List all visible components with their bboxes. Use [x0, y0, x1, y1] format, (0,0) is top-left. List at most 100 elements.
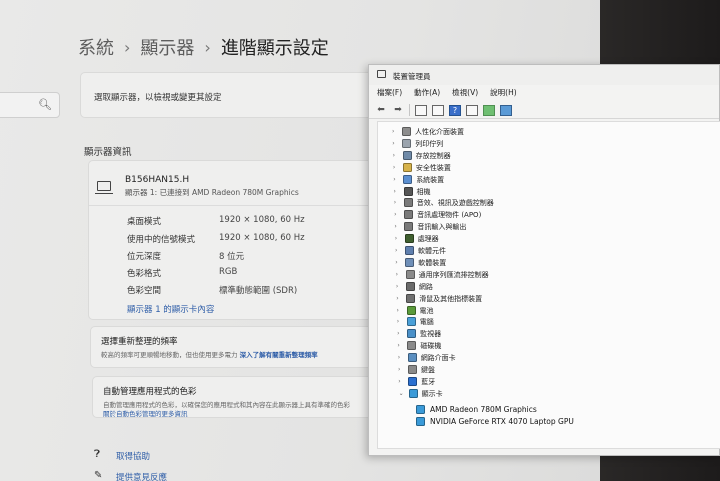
info-label-bit-depth: 位元深度 [127, 252, 162, 262]
breadcrumb-separator: › [124, 37, 131, 57]
device-category-icon [405, 257, 415, 267]
device-category-label: 音訊輸入與輸出 [417, 223, 467, 232]
chevron-right-icon[interactable]: › [392, 128, 394, 135]
info-value-bit-depth: 8 位元 [219, 252, 245, 262]
chevron-right-icon[interactable]: › [393, 176, 395, 183]
chevron-right-icon[interactable]: › [392, 140, 394, 147]
device-category-icon [407, 329, 417, 339]
breadcrumb-separator: › [204, 37, 211, 57]
chevron-right-icon[interactable]: › [394, 211, 396, 218]
breadcrumb-display[interactable]: 顯示器 [140, 34, 194, 60]
adapter-properties-link[interactable]: 顯示器 1 的顯示卡內容 [127, 303, 214, 315]
grid-view-icon[interactable] [466, 104, 478, 116]
refresh-rate-card[interactable]: 選擇重新整理的頻率 較高的頻率可更順暢地移動，但也使用更多電力 深入了解有關重新… [90, 326, 390, 368]
info-label-color-space: 色彩空間 [127, 286, 162, 296]
device-category-icon [404, 210, 414, 220]
device-category-label: 藍牙 [421, 377, 436, 386]
device-category-label: 軟體裝置 [418, 258, 447, 267]
device-category-icon [408, 388, 418, 398]
chevron-right-icon[interactable]: › [397, 330, 399, 337]
refresh-rate-title: 選擇重新整理的頻率 [101, 337, 178, 347]
chevron-right-icon[interactable]: › [398, 378, 400, 385]
monitor-scan-icon[interactable] [500, 104, 512, 116]
device-category-icon [403, 174, 413, 184]
chevron-right-icon[interactable]: › [394, 188, 396, 195]
display-adapter-label: AMD Radeon 780M Graphics [430, 404, 537, 414]
select-display-card[interactable]: 選取顯示器，以檢視或變更其設定 [80, 72, 380, 118]
chevron-right-icon[interactable]: › [393, 152, 395, 159]
get-help-link[interactable]: 取得協助 [116, 450, 150, 462]
device-category-icon [404, 234, 414, 244]
device-tree[interactable]: › 人性化介面裝置 › 列印佇列 › 存放控制器 › 安全性裝置 › 系統裝置 › 相機 › 音效、視訊及… [377, 121, 720, 449]
device-category-label: 顯示卡 [421, 389, 443, 398]
back-arrow-icon[interactable]: ⬅︎ [375, 105, 387, 116]
chevron-down-icon[interactable]: ⌄ [399, 390, 404, 397]
display-connection: 顯示器 1: 已連接到 AMD Radeon 780M Graphics [125, 188, 299, 197]
device-category-label: 網路介面卡 [420, 354, 456, 363]
info-label-desktop-mode: 桌面模式 [127, 217, 162, 227]
chevron-right-icon[interactable]: › [396, 295, 398, 302]
auto-color-more-info-link[interactable]: 關於自動色彩管理的更多資訊 [103, 408, 188, 418]
info-label-color-format: 色彩格式 [127, 269, 162, 279]
menu-action[interactable]: 動作(A) [414, 85, 440, 101]
show-hide-console-tree-icon[interactable] [415, 104, 427, 116]
display-name: B156HAN15.H [125, 175, 190, 185]
chevron-right-icon[interactable]: › [397, 342, 399, 349]
help-topics-icon[interactable]: ? [449, 104, 461, 116]
device-category-label: 音效、視訊及遊戲控制器 [416, 199, 494, 208]
chevron-right-icon[interactable]: › [395, 247, 397, 254]
device-category-label: 音訊處理物件 (APO) [417, 211, 482, 220]
menu-file[interactable]: 檔案(F) [377, 85, 402, 101]
info-value-color-space: 標準動態範圍 (SDR) [219, 286, 298, 296]
chevron-right-icon[interactable]: › [396, 271, 398, 278]
chevron-right-icon[interactable]: › [397, 307, 399, 314]
refresh-rate-learn-more-link[interactable]: 深入了解有關重新整理頻率 [240, 351, 318, 359]
breadcrumb: 系統 › 顯示器 › 進階顯示設定 [78, 34, 329, 60]
chevron-right-icon[interactable]: › [398, 366, 400, 373]
chevron-right-icon[interactable]: › [397, 318, 399, 325]
device-category-label: 磁碟機 [420, 342, 442, 351]
device-category-label: 人性化介面裝置 [415, 128, 464, 136]
chevron-right-icon[interactable]: › [394, 223, 396, 230]
forward-arrow-icon[interactable]: ➡︎ [392, 105, 404, 116]
menu-bar: 檔案(F) 動作(A) 檢視(V) 說明(H) [369, 85, 719, 101]
settings-search-input[interactable]: 🔍︎ [0, 92, 60, 118]
device-category-label: 相機 [416, 187, 431, 196]
info-value-color-format: RGB [219, 267, 238, 277]
device-category-icon [402, 127, 411, 136]
give-feedback-link[interactable]: 提供意見反應 [116, 471, 167, 481]
chevron-right-icon[interactable]: › [398, 354, 400, 361]
device-category-label: 存放控制器 [415, 151, 451, 160]
menu-help[interactable]: 說明(H) [490, 85, 517, 101]
auto-color-management-card[interactable]: 自動管理應用程式的色彩 自動管理應用程式的色彩，以確保您的應用程式和其內容在此顯… [92, 376, 392, 418]
device-category-icon [405, 246, 414, 255]
device-category-label: 滑鼠及其他指標裝置 [419, 294, 483, 303]
device-category-icon [402, 162, 412, 172]
chevron-right-icon[interactable]: › [396, 283, 398, 290]
menu-view[interactable]: 檢視(V) [452, 85, 478, 101]
device-category-label: 軟體元件 [418, 247, 446, 255]
chevron-right-icon[interactable]: › [394, 199, 396, 206]
breadcrumb-system[interactable]: 系統 [78, 34, 114, 60]
device-category-label: 電腦 [419, 318, 434, 327]
device-category-icon [407, 353, 417, 363]
monitor-icon [95, 181, 113, 195]
device-category-icon [407, 341, 417, 351]
device-category-icon [402, 150, 412, 160]
chevron-right-icon[interactable]: › [395, 235, 397, 242]
device-category-label: 網路 [418, 282, 433, 291]
device-category-icon [405, 281, 415, 291]
toolbar: ⬅︎ ➡︎ ? [369, 102, 719, 119]
search-icon: 🔍︎ [38, 98, 52, 111]
chevron-right-icon[interactable]: › [395, 259, 397, 266]
display-info-heading: 顯示器資訊 [84, 147, 132, 158]
properties-icon[interactable] [432, 104, 444, 116]
display-adapter-icon [416, 404, 425, 414]
divider [89, 205, 387, 206]
title-bar[interactable]: 裝置管理員 [369, 65, 719, 85]
display-info-card: B156HAN15.H 顯示器 1: 已連接到 AMD Radeon 780M … [88, 160, 388, 320]
info-label-signal-mode: 使用中的信號模式 [127, 235, 196, 245]
scan-hardware-icon[interactable] [483, 104, 495, 116]
display-adapter-label: NVIDIA GeForce RTX 4070 Laptop GPU [430, 417, 574, 427]
chevron-right-icon[interactable]: › [393, 164, 395, 171]
